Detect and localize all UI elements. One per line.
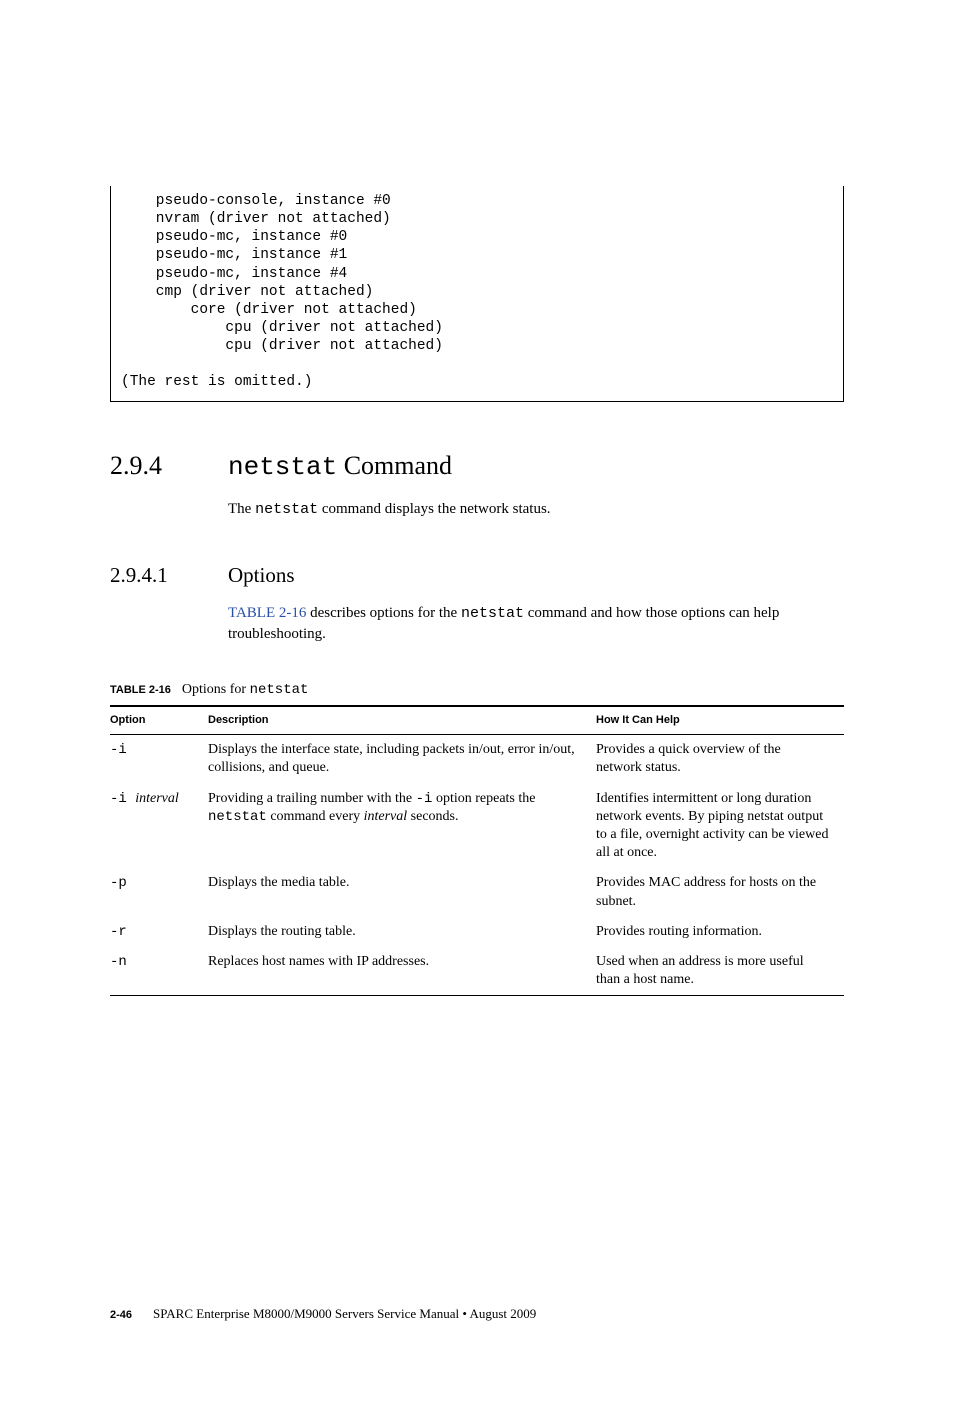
page: pseudo-console, instance #0 nvram (drive…: [0, 186, 954, 1421]
code-line: nvram (driver not attached): [121, 211, 391, 227]
intro-pre: The: [228, 501, 255, 517]
code-listing: pseudo-console, instance #0 nvram (drive…: [110, 186, 844, 402]
description-cell: Displays the interface state, including …: [208, 735, 596, 784]
description-cell: Displays the routing table.: [208, 917, 596, 947]
help-cell: Used when an address is more useful than…: [596, 947, 844, 996]
description-cell: Displays the media table.: [208, 868, 596, 916]
subsection-title: Options: [228, 561, 295, 589]
code-line: pseudo-mc, instance #0: [121, 229, 347, 245]
help-cell: Identifies intermittent or long duration…: [596, 784, 844, 869]
code-line: cpu (driver not attached): [121, 320, 443, 336]
code-line: pseudo-mc, instance #4: [121, 266, 347, 282]
para-cmd: netstat: [461, 605, 524, 622]
code-line: pseudo-mc, instance #1: [121, 247, 347, 263]
help-cell: Provides a quick overview of the network…: [596, 735, 844, 784]
subsection-para: TABLE 2-16 describes options for the net…: [228, 603, 844, 645]
help-cell: Provides MAC address for hosts on the su…: [596, 868, 844, 916]
help-cell: Provides routing information.: [596, 917, 844, 947]
intro-post: command displays the network status.: [318, 501, 550, 517]
section-title-rest: Command: [337, 451, 452, 480]
para-text: describes options for the: [306, 605, 461, 621]
description-cell: Replaces host names with IP addresses.: [208, 947, 596, 996]
code-line: pseudo-console, instance #0: [121, 193, 391, 209]
description-cell: Providing a trailing number with the -i …: [208, 784, 596, 869]
table-row: -p Displays the media table. Provides MA…: [110, 868, 844, 916]
option-cell: -r: [110, 917, 208, 947]
section-title: netstat Command: [228, 448, 452, 485]
section-number: 2.9.4: [110, 448, 228, 483]
code-line: cpu (driver not attached): [121, 338, 443, 354]
table-row: -i interval Providing a trailing number …: [110, 784, 844, 869]
page-number: 2-46: [110, 1309, 132, 1321]
subsection-heading: 2.9.4.1 Options: [110, 561, 844, 589]
subsection-number: 2.9.4.1: [110, 561, 228, 589]
code-line: cmp (driver not attached): [121, 284, 373, 300]
option-cell: -i interval: [110, 784, 208, 869]
table-row: -i Displays the interface state, includi…: [110, 735, 844, 784]
table-header-row: Option Description How It Can Help: [110, 706, 844, 734]
table-caption: TABLE 2-16 Options for netstat: [110, 681, 844, 700]
option-cell: -i: [110, 735, 208, 784]
col-header-description: Description: [208, 706, 596, 734]
code-line: core (driver not attached): [121, 302, 417, 318]
option-cell: -p: [110, 868, 208, 916]
section-intro: The netstat command displays the network…: [228, 499, 844, 520]
section-heading: 2.9.4 netstat Command: [110, 448, 844, 485]
table-ref-link[interactable]: TABLE 2-16: [228, 605, 306, 621]
options-table: Option Description How It Can Help -i Di…: [110, 705, 844, 996]
table-caption-text: Options for netstat: [182, 682, 308, 697]
col-header-help: How It Can Help: [596, 706, 844, 734]
code-line: (The rest is omitted.): [121, 374, 312, 390]
table-row: -r Displays the routing table. Provides …: [110, 917, 844, 947]
table-row: -n Replaces host names with IP addresses…: [110, 947, 844, 996]
section-title-cmd: netstat: [228, 452, 337, 482]
col-header-option: Option: [110, 706, 208, 734]
table-label: TABLE 2-16: [110, 684, 171, 696]
footer-text: SPARC Enterprise M8000/M9000 Servers Ser…: [153, 1306, 536, 1321]
page-footer: 2-46 SPARC Enterprise M8000/M9000 Server…: [110, 1305, 536, 1323]
option-cell: -n: [110, 947, 208, 996]
intro-cmd: netstat: [255, 501, 318, 518]
